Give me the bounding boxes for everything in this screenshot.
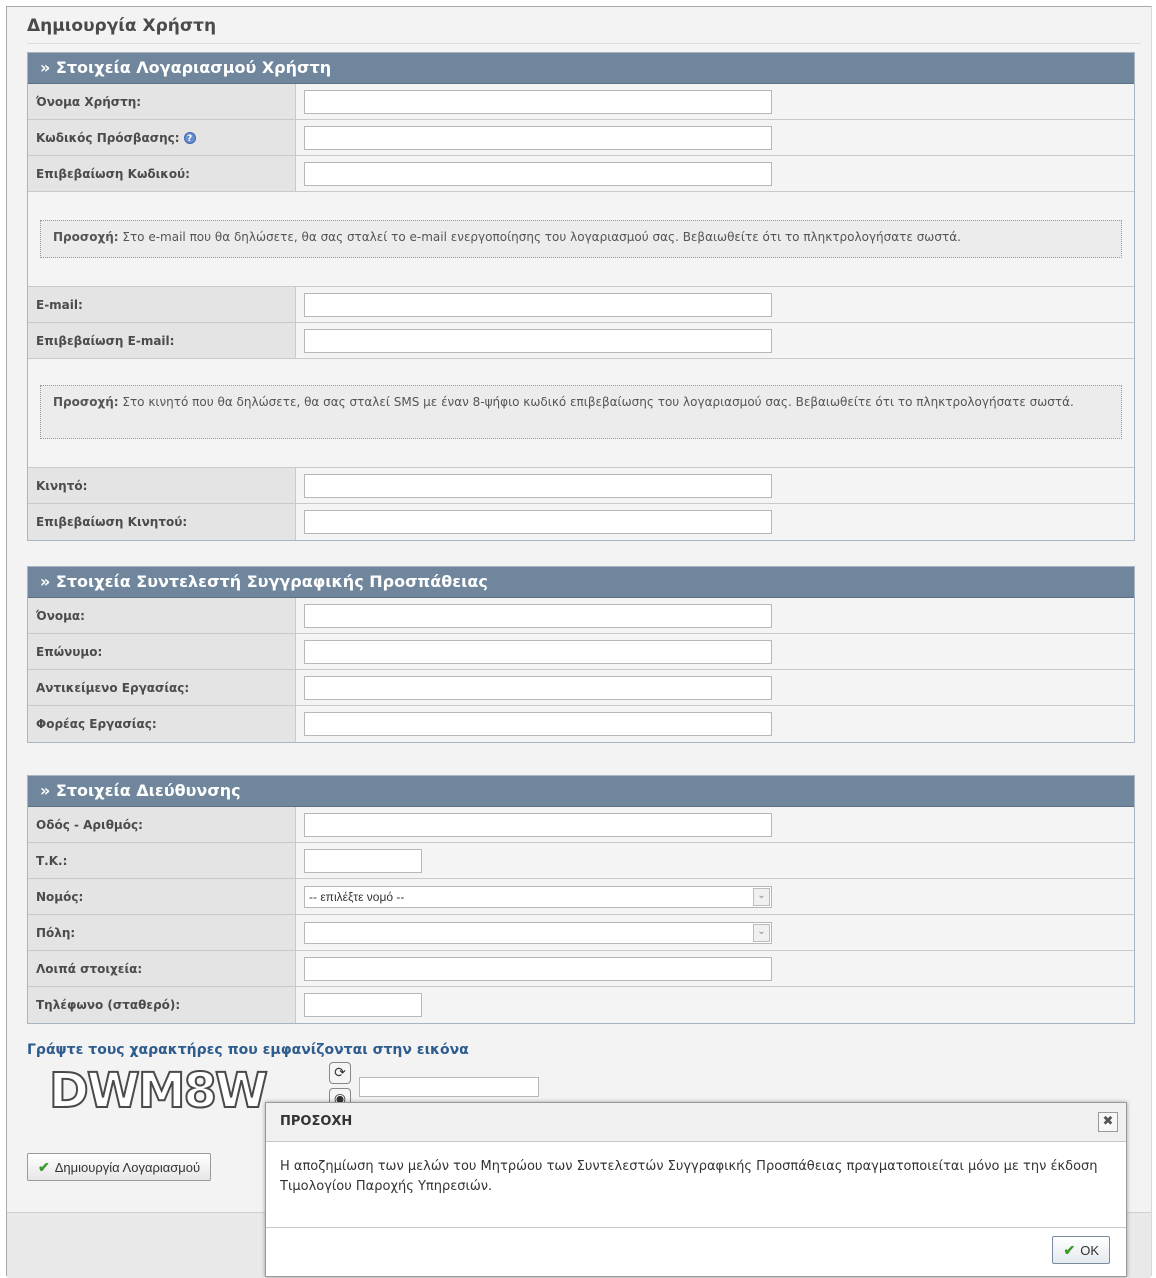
street-input[interactable]	[304, 812, 772, 837]
prefecture-selected-value: -- επιλέξτε νομό --	[309, 889, 405, 904]
password-confirm-label: Επιβεβαίωση Κωδικού:	[28, 156, 296, 191]
postal-code-input[interactable]	[304, 848, 422, 873]
mobile-input[interactable]	[304, 473, 772, 498]
page: Δημιουργία Χρήστη » Στοιχεία Λογαριασμού…	[6, 6, 1152, 1278]
form-row: Όνομα:	[28, 598, 1134, 634]
account-section: » Στοιχεία Λογαριασμού Χρήστη Όνομα Χρήσ…	[27, 52, 1135, 541]
mobile-notice-strong: Προσοχή:	[53, 395, 119, 409]
ok-label: OK	[1080, 1242, 1099, 1258]
form-row: Τ.Κ.:	[28, 843, 1134, 879]
mobile-notice: Προσοχή: Στο κινητό που θα δηλώσετε, θα …	[40, 385, 1122, 439]
password-label-cell: Κωδικός Πρόσβασης: ?	[28, 120, 296, 155]
email-confirm-input[interactable]	[304, 328, 772, 353]
form-row: Τηλέφωνο (σταθερό):	[28, 987, 1134, 1023]
work-subject-label: Αντικείμενο Εργασίας:	[28, 670, 296, 705]
password-label: Κωδικός Πρόσβασης:	[36, 130, 180, 145]
create-account-label: Δημιουργία Λογαριασμού	[54, 1159, 201, 1175]
other-info-input[interactable]	[304, 956, 772, 981]
first-name-label: Όνομα:	[28, 598, 296, 633]
checkmark-icon: ✔	[38, 1158, 50, 1175]
username-input[interactable]	[304, 89, 772, 114]
email-input[interactable]	[304, 292, 772, 317]
password-confirm-input[interactable]	[304, 161, 772, 186]
warning-dialog: ΠΡΟΣΟΧΗ ✖ Η αποζημίωση των μελών του Μητ…	[265, 1102, 1127, 1277]
form-row: Οδός - Αριθμός:	[28, 807, 1134, 843]
captcha-title: Γράψτε τους χαρακτήρες που εμφανίζονται …	[27, 1042, 469, 1058]
form-row: Όνομα Χρήστη:	[28, 84, 1134, 120]
first-name-input[interactable]	[304, 603, 772, 628]
form-row: Επώνυμο:	[28, 634, 1134, 670]
mobile-label: Κινητό:	[28, 468, 296, 503]
phone-label: Τηλέφωνο (σταθερό):	[28, 987, 296, 1023]
contributor-section: » Στοιχεία Συντελεστή Συγγραφικής Προσπά…	[27, 566, 1135, 743]
prefecture-label: Νομός:	[28, 879, 296, 914]
city-label: Πόλη:	[28, 915, 296, 950]
contributor-section-title: » Στοιχεία Συντελεστή Συγγραφικής Προσπά…	[28, 567, 1134, 598]
email-label: E-mail:	[28, 287, 296, 322]
password-input[interactable]	[304, 125, 772, 150]
ok-button[interactable]: ✔ OK	[1052, 1236, 1110, 1264]
email-confirm-label: Επιβεβαίωση E-mail:	[28, 323, 296, 358]
dialog-header: ΠΡΟΣΟΧΗ ✖	[266, 1103, 1126, 1142]
form-row: Επιβεβαίωση Κινητού:	[28, 504, 1134, 540]
form-row: Κωδικός Πρόσβασης: ?	[28, 120, 1134, 156]
email-notice: Προσοχή: Στο e-mail που θα δηλώσετε, θα …	[40, 220, 1122, 258]
form-row: Αντικείμενο Εργασίας:	[28, 670, 1134, 706]
mobile-notice-row: Προσοχή: Στο κινητό που θα δηλώσετε, θα …	[28, 359, 1134, 468]
phone-input[interactable]	[304, 993, 422, 1017]
page-title: Δημιουργία Χρήστη	[27, 16, 217, 36]
form-row: Λοιπά στοιχεία:	[28, 951, 1134, 987]
address-section: » Στοιχεία Διεύθυνσης Οδός - Αριθμός: Τ.…	[27, 775, 1135, 1024]
captcha-image: DWM8W	[48, 1062, 269, 1120]
email-notice-row: Προσοχή: Στο e-mail που θα δηλώσετε, θα …	[28, 192, 1134, 287]
account-section-title: » Στοιχεία Λογαριασμού Χρήστη	[28, 53, 1134, 84]
email-notice-text: Στο e-mail που θα δηλώσετε, θα σας σταλε…	[118, 230, 961, 244]
refresh-icon[interactable]: ⟳	[329, 1062, 351, 1084]
street-label: Οδός - Αριθμός:	[28, 807, 296, 842]
form-row: Φορέας Εργασίας:	[28, 706, 1134, 742]
prefecture-select[interactable]: -- επιλέξτε νομό -- ⌄	[304, 885, 772, 908]
form-row: Πόλη: ⌄	[28, 915, 1134, 951]
chevron-down-icon[interactable]: ⌄	[753, 887, 770, 906]
title-divider	[27, 43, 1141, 44]
last-name-label: Επώνυμο:	[28, 634, 296, 669]
other-info-label: Λοιπά στοιχεία:	[28, 951, 296, 986]
dialog-title: ΠΡΟΣΟΧΗ	[280, 1114, 353, 1129]
mobile-notice-text: Στο κινητό που θα δηλώσετε, θα σας σταλε…	[118, 395, 1074, 409]
captcha-input[interactable]	[359, 1077, 539, 1097]
city-select[interactable]: ⌄	[304, 921, 772, 944]
email-notice-strong: Προσοχή:	[53, 230, 119, 244]
form-row: E-mail:	[28, 287, 1134, 323]
form-row: Επιβεβαίωση Κωδικού:	[28, 156, 1134, 192]
mobile-confirm-input[interactable]	[304, 510, 772, 534]
create-account-button[interactable]: ✔ Δημιουργία Λογαριασμού	[27, 1153, 212, 1181]
close-icon[interactable]: ✖	[1098, 1112, 1118, 1132]
username-label: Όνομα Χρήστη:	[28, 84, 296, 119]
work-subject-input[interactable]	[304, 675, 772, 700]
form-row: Κινητό:	[28, 468, 1134, 504]
checkmark-icon: ✔	[1063, 1241, 1076, 1258]
help-icon[interactable]: ?	[183, 131, 196, 144]
last-name-input[interactable]	[304, 639, 772, 664]
address-section-title: » Στοιχεία Διεύθυνσης	[28, 776, 1134, 807]
employer-label: Φορέας Εργασίας:	[28, 706, 296, 742]
dialog-message: Η αποζημίωση των μελών του Μητρώου των Σ…	[266, 1142, 1126, 1228]
employer-input[interactable]	[304, 712, 772, 736]
form-row: Νομός: -- επιλέξτε νομό -- ⌄	[28, 879, 1134, 915]
chevron-down-icon[interactable]: ⌄	[753, 923, 770, 942]
mobile-confirm-label: Επιβεβαίωση Κινητού:	[28, 504, 296, 540]
form-row: Επιβεβαίωση E-mail:	[28, 323, 1134, 359]
postal-code-label: Τ.Κ.:	[28, 843, 296, 878]
